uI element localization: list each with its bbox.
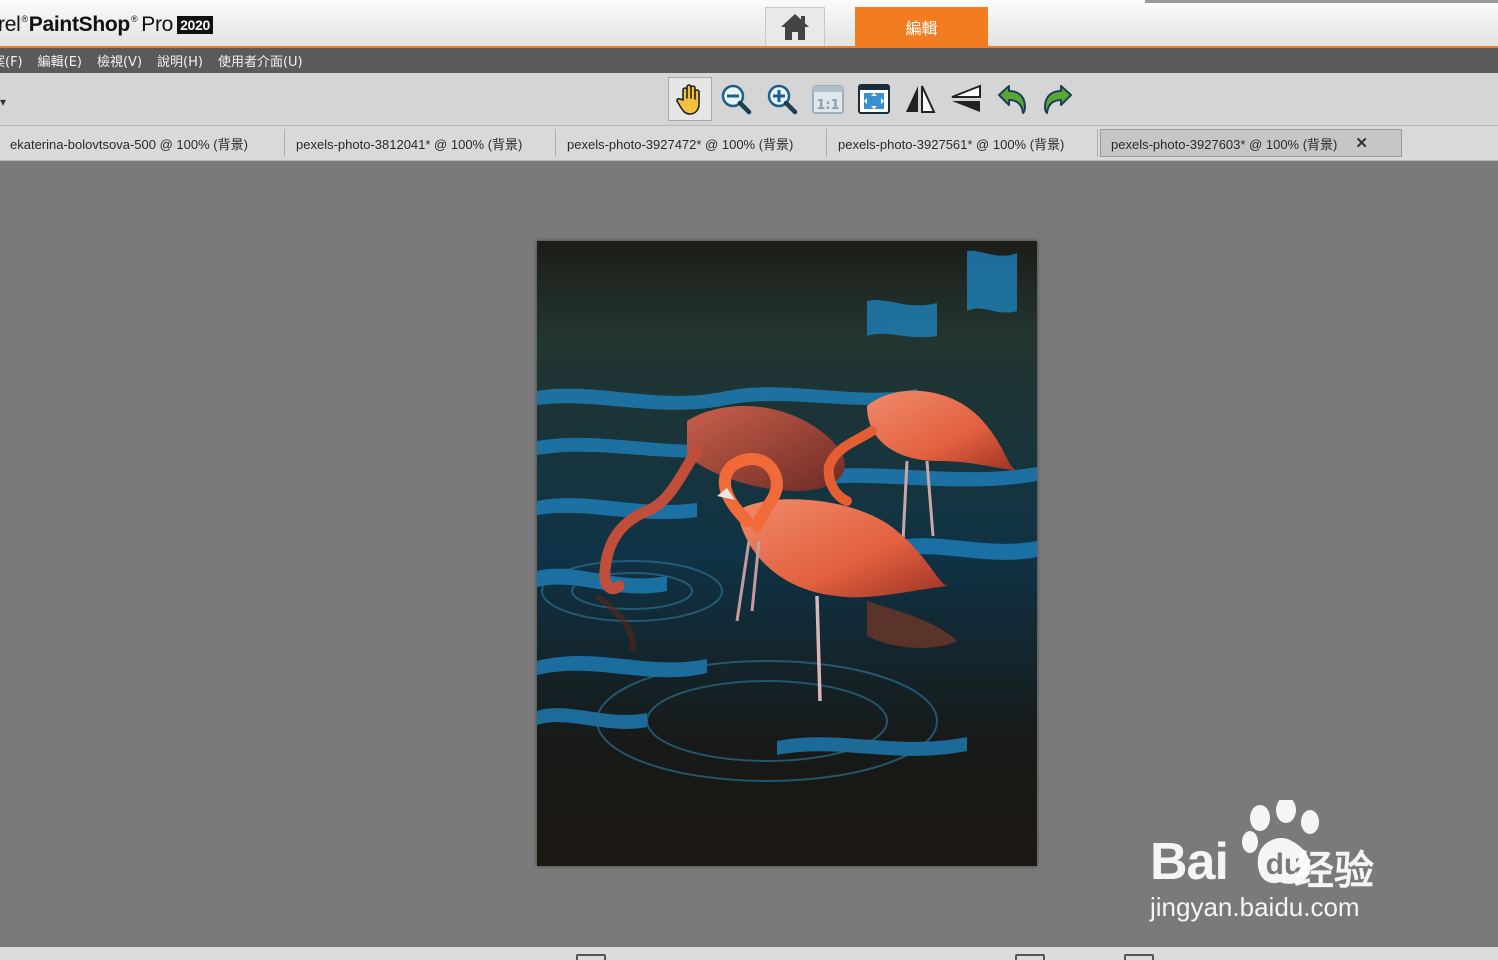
menu-edit[interactable]: 編輯(E) bbox=[38, 51, 82, 70]
bottom-palette-bar bbox=[0, 947, 1498, 960]
undo-button[interactable] bbox=[990, 77, 1034, 121]
doc-tab-3[interactable]: pexels-photo-3927472* @ 100% (背景) bbox=[557, 129, 827, 157]
registered-mark-2: ® bbox=[130, 14, 138, 24]
zoom-in-icon bbox=[767, 84, 798, 115]
doc-tab-1[interactable]: ekaterina-bolovtsova-500 @ 100% (背景) bbox=[0, 129, 285, 157]
toolbar: ▾ 1:1 bbox=[0, 73, 1498, 126]
hand-icon bbox=[676, 84, 700, 115]
zoom-out-button[interactable] bbox=[714, 77, 758, 121]
pan-tool-button[interactable] bbox=[668, 77, 712, 121]
flip-vertical-button[interactable] bbox=[944, 77, 988, 121]
doc-tab-2[interactable]: pexels-photo-3812041* @ 100% (背景) bbox=[286, 129, 556, 157]
redo-icon bbox=[1044, 85, 1072, 114]
undo-icon bbox=[998, 85, 1026, 114]
doc-tab-label: pexels-photo-3927561* @ 100% (背景) bbox=[838, 136, 1065, 152]
toolbar-dropdown-icon[interactable]: ▾ bbox=[0, 95, 6, 109]
menu-view[interactable]: 檢視(V) bbox=[97, 51, 142, 70]
flip-horizontal-icon bbox=[906, 85, 936, 113]
one-to-one-icon: 1:1 bbox=[812, 85, 844, 114]
document-tabs: ekaterina-bolovtsova-500 @ 100% (背景) pex… bbox=[0, 126, 1498, 161]
registered-mark: ® bbox=[21, 14, 28, 24]
palette-icon[interactable] bbox=[576, 954, 606, 960]
menu-help[interactable]: 說明(H) bbox=[157, 51, 203, 70]
flamingo-image bbox=[537, 241, 1037, 866]
doc-tab-label: ekaterina-bolovtsova-500 @ 100% (背景) bbox=[10, 136, 248, 152]
doc-tab-4[interactable]: pexels-photo-3927561* @ 100% (背景) bbox=[828, 129, 1098, 157]
redo-button[interactable] bbox=[1036, 77, 1080, 121]
app-brand: rel ® PaintShop ® Pro 2020 bbox=[0, 11, 214, 39]
menu-user-interface[interactable]: 使用者介面(U) bbox=[218, 51, 303, 70]
brand-prefix: rel bbox=[0, 13, 21, 36]
title-bar: rel ® PaintShop ® Pro 2020 編輯 bbox=[0, 0, 1498, 48]
home-icon bbox=[781, 14, 809, 40]
menu-bar: 案(F) 編輯(E) 檢視(V) 說明(H) 使用者介面(U) bbox=[0, 48, 1498, 73]
title-bar-edge bbox=[1145, 0, 1498, 3]
brand-suffix: Pro bbox=[141, 13, 174, 36]
flamingo-photo[interactable] bbox=[537, 241, 1037, 866]
brand-year: 2020 bbox=[177, 16, 214, 34]
flip-vertical-icon bbox=[951, 84, 981, 112]
home-tab[interactable] bbox=[765, 7, 825, 46]
menu-file[interactable]: 案(F) bbox=[0, 51, 23, 70]
doc-tab-label: pexels-photo-3927603* @ 100% (背景) bbox=[1111, 136, 1338, 152]
actual-size-button[interactable]: 1:1 bbox=[806, 77, 850, 121]
doc-tab-label: pexels-photo-3812041* @ 100% (背景) bbox=[296, 136, 523, 152]
svg-text:1:1: 1:1 bbox=[816, 98, 839, 113]
fit-window-icon bbox=[858, 84, 890, 114]
close-icon[interactable]: ✕ bbox=[1355, 134, 1368, 152]
doc-tab-5-active[interactable]: pexels-photo-3927603* @ 100% (背景) ✕ bbox=[1100, 129, 1402, 157]
zoom-out-icon bbox=[721, 84, 752, 115]
fit-window-button[interactable] bbox=[852, 77, 896, 121]
doc-tab-label: pexels-photo-3927472* @ 100% (背景) bbox=[567, 136, 794, 152]
brand-name: PaintShop bbox=[28, 13, 130, 36]
flip-horizontal-button[interactable] bbox=[898, 77, 942, 121]
palette-icon[interactable] bbox=[1124, 954, 1154, 960]
zoom-in-button[interactable] bbox=[760, 77, 804, 121]
edit-tab[interactable]: 編輯 bbox=[855, 7, 988, 46]
palette-icon[interactable] bbox=[1015, 954, 1045, 960]
